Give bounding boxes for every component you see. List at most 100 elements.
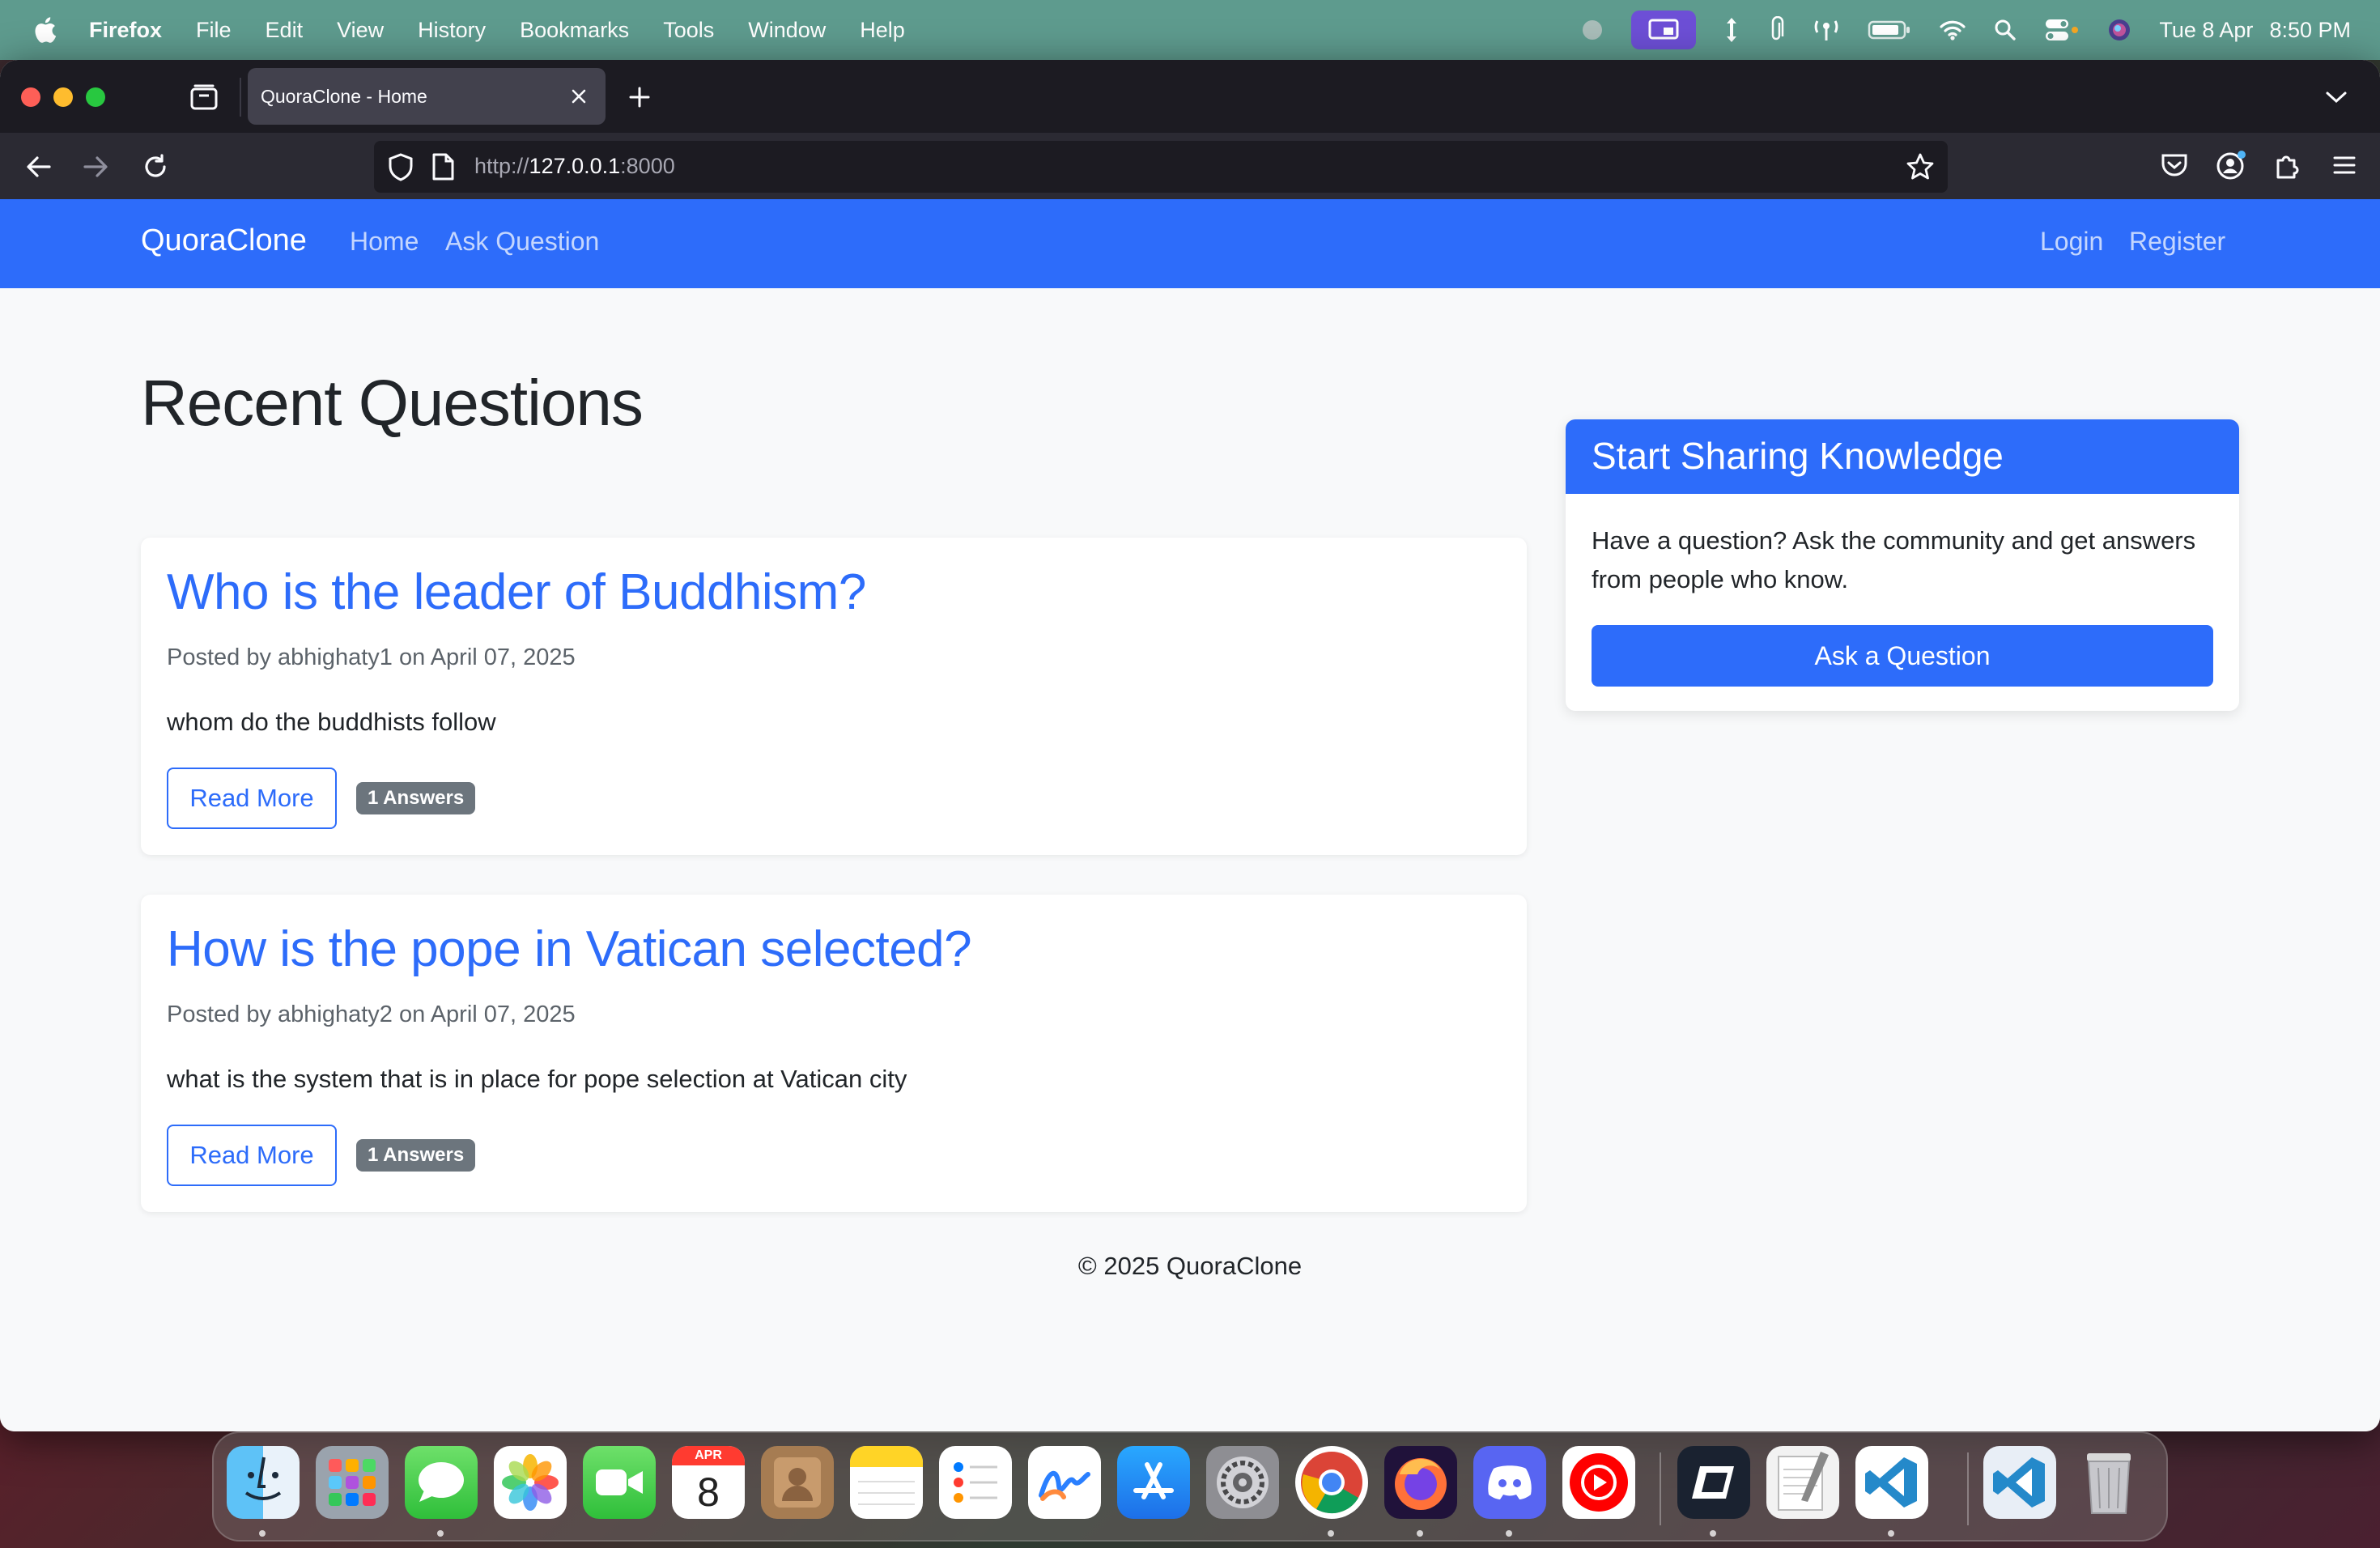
menu-view[interactable]: View — [337, 18, 384, 43]
photos-icon[interactable] — [494, 1446, 567, 1519]
question-meta: Posted by abhighaty2 on April 07, 2025 — [167, 1002, 576, 1027]
browser-toolbar: http://127.0.0.1:8000 — [0, 133, 2380, 199]
youtube-music-icon[interactable] — [1562, 1446, 1635, 1519]
finder-icon[interactable] — [227, 1446, 300, 1519]
control-center-icon[interactable] — [2044, 18, 2080, 42]
messages-icon[interactable] — [405, 1446, 478, 1519]
extensions-icon[interactable] — [2272, 149, 2304, 185]
chevron-down-icon[interactable] — [2320, 84, 2352, 110]
close-window-button[interactable] — [21, 87, 40, 107]
forward-arrow-icon[interactable] — [78, 149, 113, 185]
sidebar-card-header: Start Sharing Knowledge — [1566, 419, 2239, 494]
contacts-icon[interactable] — [761, 1446, 834, 1519]
resize-arrows-icon[interactable] — [1723, 16, 1740, 44]
page-info-icon[interactable] — [431, 152, 455, 187]
calendar-icon[interactable]: APR 8 — [672, 1446, 745, 1519]
reload-icon[interactable] — [138, 149, 173, 185]
trash-icon[interactable] — [2072, 1446, 2145, 1519]
question-title-link[interactable]: How is the pope in Vatican selected? — [167, 921, 972, 978]
sidebar-card-title: Start Sharing Knowledge — [1592, 435, 2004, 477]
remote-desktop-icon[interactable] — [1677, 1446, 1750, 1519]
apple-icon[interactable] — [32, 16, 57, 44]
menu-file[interactable]: File — [196, 18, 232, 43]
hamburger-menu-icon[interactable] — [2328, 149, 2361, 185]
textedit-icon[interactable] — [1766, 1446, 1839, 1519]
close-tab-icon[interactable] — [568, 86, 589, 107]
menu-bar: Firefox File Edit View History Bookmarks… — [0, 0, 2380, 60]
running-indicator — [1506, 1530, 1512, 1537]
minimize-window-button[interactable] — [53, 87, 73, 107]
siri-icon[interactable] — [2107, 18, 2131, 42]
running-indicator — [437, 1530, 444, 1537]
question-card: Who is the leader of Buddhism? Posted by… — [141, 538, 1527, 855]
launchpad-icon[interactable] — [316, 1446, 389, 1519]
ask-question-button[interactable]: Ask a Question — [1592, 625, 2213, 687]
menu-app-firefox[interactable]: Firefox — [89, 18, 162, 43]
screen-sharing-icon[interactable] — [1631, 11, 1697, 49]
read-more-button[interactable]: Read More — [167, 1125, 337, 1186]
new-tab-button[interactable] — [623, 81, 656, 113]
page-title: Recent Questions — [141, 367, 644, 439]
browser-window: QuoraClone - Home http://127.0.0.1:8000 … — [0, 60, 2380, 1431]
notes-icon[interactable] — [850, 1446, 923, 1519]
spotlight-search-icon[interactable] — [1994, 19, 2017, 41]
running-indicator — [259, 1530, 266, 1537]
web-page: QuoraClone Home Ask Question Login Regis… — [0, 199, 2380, 1431]
menu-help[interactable]: Help — [860, 18, 905, 43]
address-bar[interactable]: http://127.0.0.1:8000 — [374, 141, 1948, 193]
firefox-icon[interactable] — [1384, 1446, 1457, 1519]
back-arrow-icon[interactable] — [21, 149, 57, 185]
recording-dot-icon[interactable] — [1581, 19, 1604, 41]
running-indicator — [1888, 1530, 1894, 1537]
vscode-icon[interactable] — [1855, 1446, 1928, 1519]
answers-count-badge: 1 Answers — [356, 782, 476, 814]
nav-home-link[interactable]: Home — [350, 227, 419, 257]
network-antenna-icon[interactable] — [1813, 18, 1840, 42]
clock-date: Tue 8 Apr — [2159, 17, 2254, 42]
url-scheme: http:// — [474, 154, 529, 178]
zoom-window-button[interactable] — [86, 87, 105, 107]
tab-bar: QuoraClone - Home — [0, 60, 2380, 133]
question-body: whom do the buddhists follow — [167, 708, 496, 736]
discord-icon[interactable] — [1473, 1446, 1546, 1519]
menu-bookmarks[interactable]: Bookmarks — [520, 18, 629, 43]
read-more-button[interactable]: Read More — [167, 768, 337, 829]
nav-login-link[interactable]: Login — [2040, 227, 2103, 257]
tab-quoraclone-home[interactable]: QuoraClone - Home — [248, 68, 606, 125]
battery-icon[interactable] — [1868, 19, 1911, 40]
question-body: what is the system that is in place for … — [167, 1065, 907, 1093]
account-icon[interactable] — [2215, 149, 2247, 185]
vscode-folder-icon[interactable] — [1983, 1446, 2056, 1519]
menu-clock[interactable]: Tue 8 Apr 8:50 PM — [2159, 18, 2351, 43]
wifi-icon[interactable] — [1939, 19, 1966, 41]
url-port: :8000 — [620, 154, 675, 178]
paperclip-icon[interactable] — [1767, 16, 1785, 44]
pocket-icon[interactable] — [2158, 149, 2191, 185]
chrome-icon[interactable] — [1295, 1446, 1368, 1519]
menu-edit[interactable]: Edit — [266, 18, 304, 43]
running-indicator — [1328, 1530, 1334, 1537]
question-title-link[interactable]: Who is the leader of Buddhism? — [167, 563, 866, 621]
reminders-icon[interactable] — [939, 1446, 1012, 1519]
menu-window[interactable]: Window — [748, 18, 826, 43]
tracking-shield-icon[interactable] — [387, 152, 414, 187]
sidebar-card: Start Sharing Knowledge Have a question?… — [1566, 419, 2239, 711]
tab-divider — [240, 78, 241, 117]
app-store-icon[interactable] — [1117, 1446, 1190, 1519]
menu-tools[interactable]: Tools — [663, 18, 714, 43]
system-settings-icon[interactable] — [1206, 1446, 1279, 1519]
question-meta: Posted by abhighaty1 on April 07, 2025 — [167, 644, 576, 670]
menu-history[interactable]: History — [418, 18, 486, 43]
nav-register-link[interactable]: Register — [2129, 227, 2225, 257]
running-indicator — [1417, 1530, 1423, 1537]
dock-divider — [1967, 1452, 1969, 1525]
facetime-icon[interactable] — [583, 1446, 656, 1519]
dock-divider — [1660, 1452, 1661, 1525]
clock-time: 8:50 PM — [2269, 17, 2351, 42]
page-footer: © 2025 QuoraClone — [1077, 1252, 1303, 1280]
site-brand[interactable]: QuoraClone — [141, 223, 307, 258]
freeform-icon[interactable] — [1028, 1446, 1101, 1519]
bookmark-star-icon[interactable] — [1906, 152, 1935, 187]
tab-manager-icon[interactable] — [188, 81, 220, 113]
nav-ask-question-link[interactable]: Ask Question — [445, 227, 599, 257]
